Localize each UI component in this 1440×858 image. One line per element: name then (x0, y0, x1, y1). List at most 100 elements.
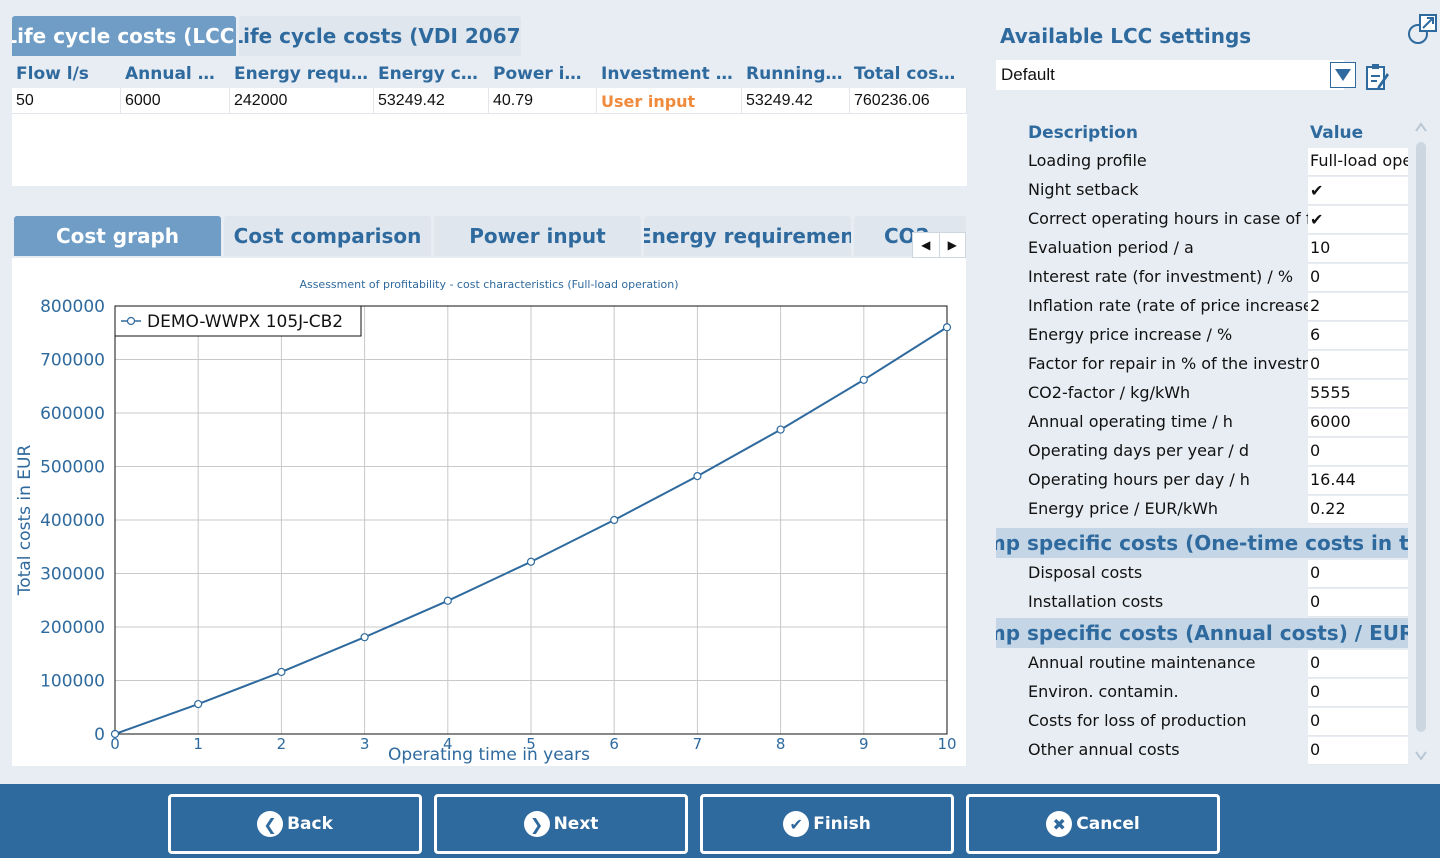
night-setback-checkbox[interactable]: ✔ (1308, 177, 1408, 205)
annual-operating-time-field[interactable]: 6000 (1308, 409, 1408, 437)
tab-energy-requirements[interactable]: Energy requirements (644, 216, 851, 256)
close-icon: ✖ (1046, 811, 1073, 837)
co2-factor-field[interactable]: 5555 (1308, 380, 1408, 408)
settings-table: Description Value Loading profile Full-l… (996, 119, 1408, 767)
x-tick-label: 2 (277, 735, 287, 753)
environ-contamin-field[interactable]: 0 (1308, 679, 1408, 707)
setting-row-loading-profile[interactable]: Loading profile Full-load oper (996, 148, 1408, 177)
scroll-right-icon[interactable]: ▶ (940, 233, 966, 257)
chevron-down-icon[interactable] (1330, 62, 1356, 88)
installation-costs-field[interactable]: 0 (1308, 589, 1408, 617)
setting-row-environ-contamin[interactable]: Environ. contamin. 0 (996, 679, 1408, 708)
scroll-up-icon[interactable] (1415, 122, 1427, 132)
checkmark-icon: ✔ (783, 811, 810, 837)
edit-settings-icon[interactable] (1364, 62, 1390, 92)
x-tick-label: 8 (776, 735, 786, 753)
setting-label: Other annual costs (1028, 740, 1180, 759)
setting-row-annual-operating-time[interactable]: Annual operating time / h 6000 (996, 409, 1408, 438)
setting-row-interest-rate[interactable]: Interest rate (for investment) / % 0 (996, 264, 1408, 293)
setting-label: Loading profile (1028, 151, 1147, 170)
other-annual-costs-field[interactable]: 0 (1308, 737, 1408, 765)
tab-power-input[interactable]: Power input (434, 216, 641, 256)
annual-maintenance-field[interactable]: 0 (1308, 650, 1408, 678)
setting-row-loss-of-production[interactable]: Costs for loss of production 0 (996, 708, 1408, 737)
operating-hours-field[interactable]: 16.44 (1308, 467, 1408, 495)
setting-label: Energy price increase / % (1028, 325, 1233, 344)
setting-label: Correct operating hours in case of flow (1028, 209, 1308, 228)
repair-factor-field[interactable]: 0 (1308, 351, 1408, 379)
column-header[interactable]: Power in... (489, 62, 597, 88)
loss-of-production-field[interactable]: 0 (1308, 708, 1408, 736)
setting-label: Annual operating time / h (1028, 412, 1233, 431)
tab-cost-graph[interactable]: Cost graph (14, 216, 221, 256)
y-axis-label: Total costs in EUR (15, 445, 35, 597)
correct-hours-checkbox[interactable]: ✔ (1308, 206, 1408, 234)
data-point (360, 633, 369, 642)
setting-row-co2-factor[interactable]: CO2-factor / kg/kWh 5555 (996, 380, 1408, 409)
scroll-left-icon[interactable]: ◀ (913, 233, 940, 257)
column-header[interactable]: Energy co... (374, 62, 489, 88)
table-row[interactable]: 50 6000 242000 53249.42 40.79 User input… (12, 88, 967, 114)
setting-row-correct-hours[interactable]: Correct operating hours in case of flow … (996, 206, 1408, 235)
column-header[interactable]: Energy requi... (230, 62, 374, 88)
energy-price-field[interactable]: 0.22 (1308, 496, 1408, 524)
column-header[interactable]: Total cost... (850, 62, 967, 88)
value-column-header: Value (1310, 123, 1364, 143)
setting-row-disposal-costs[interactable]: Disposal costs 0 (996, 560, 1408, 589)
setting-label: Disposal costs (1028, 563, 1143, 582)
column-header[interactable]: Investment c... (597, 62, 742, 88)
section-annual-costs[interactable]: Pump specific costs (Annual costs) / EUR… (996, 618, 1408, 648)
setting-label: CO2-factor / kg/kWh (1028, 383, 1191, 402)
lcc-settings-panel: Available LCC settings Default Descripti… (986, 4, 1440, 774)
user-input-link[interactable]: User input (597, 88, 742, 113)
setting-row-repair-factor[interactable]: Factor for repair in % of the investmen … (996, 351, 1408, 380)
interest-rate-field[interactable]: 0 (1308, 264, 1408, 292)
lcc-settings-select[interactable]: Default (996, 60, 1344, 90)
next-button[interactable]: ❯ Next (434, 794, 688, 854)
back-button[interactable]: ❮ Back (168, 794, 422, 854)
scrollbar-thumb[interactable] (1416, 142, 1426, 732)
energy-price-increase-field[interactable]: 6 (1308, 322, 1408, 350)
setting-row-installation-costs[interactable]: Installation costs 0 (996, 589, 1408, 618)
setting-row-evaluation-period[interactable]: Evaluation period / a 10 (996, 235, 1408, 264)
chart-svg: Assessment of profitability - cost chara… (15, 278, 957, 765)
tab-life-cycle-costs-lcc[interactable]: Life cycle costs (LCC) (12, 16, 236, 56)
setting-row-operating-days[interactable]: Operating days per year / d 0 (996, 438, 1408, 467)
setting-row-operating-hours[interactable]: Operating hours per day / h 16.44 (996, 467, 1408, 496)
export-icon[interactable] (1406, 12, 1438, 46)
cancel-button[interactable]: ✖ Cancel (966, 794, 1220, 854)
inflation-rate-field[interactable]: 2 (1308, 293, 1408, 321)
setting-row-energy-price[interactable]: Energy price / EUR/kWh 0.22 (996, 496, 1408, 525)
table-cell: 50 (12, 88, 121, 113)
scroll-down-icon[interactable] (1415, 750, 1427, 760)
wizard-footer: ❮ Back ❯ Next ✔ Finish ✖ Cancel (0, 784, 1440, 858)
tab-cost-comparison[interactable]: Cost comparison (224, 216, 431, 256)
data-point (610, 515, 619, 525)
setting-row-night-setback[interactable]: Night setback ✔ (996, 177, 1408, 206)
settings-scrollbar[interactable] (1412, 122, 1430, 762)
setting-label: Interest rate (for investment) / % (1028, 267, 1294, 286)
finish-button[interactable]: ✔ Finish (700, 794, 954, 854)
column-header[interactable]: Annual o... (121, 62, 230, 88)
y-tick-label: 500000 (40, 458, 105, 478)
setting-row-other-annual-costs[interactable]: Other annual costs 0 (996, 737, 1408, 766)
operating-days-field[interactable]: 0 (1308, 438, 1408, 466)
tab-life-cycle-costs-vdi[interactable]: Life cycle costs (VDI 2067) (239, 16, 521, 56)
section-one-time-costs[interactable]: Pump specific costs (One-time costs in t… (996, 528, 1408, 558)
y-tick-label: 200000 (40, 618, 105, 638)
column-header[interactable]: Flow l/s (12, 62, 121, 88)
data-point (693, 472, 702, 481)
setting-label: Environ. contamin. (1028, 682, 1179, 701)
y-tick-label: 400000 (40, 511, 105, 531)
setting-row-annual-maintenance[interactable]: Annual routine maintenance 0 (996, 650, 1408, 679)
setting-row-inflation-rate[interactable]: Inflation rate (rate of price increases)… (996, 293, 1408, 322)
settings-title: Available LCC settings (1000, 24, 1252, 48)
y-tick-label: 700000 (40, 351, 105, 371)
column-header[interactable]: Running ... (742, 62, 850, 88)
setting-row-energy-price-increase[interactable]: Energy price increase / % 6 (996, 322, 1408, 351)
disposal-costs-field[interactable]: 0 (1308, 560, 1408, 588)
setting-label: Energy price / EUR/kWh (1028, 499, 1219, 518)
loading-profile-value[interactable]: Full-load oper (1308, 148, 1408, 176)
arrow-right-icon: ❯ (523, 811, 550, 837)
evaluation-period-field[interactable]: 10 (1308, 235, 1408, 263)
